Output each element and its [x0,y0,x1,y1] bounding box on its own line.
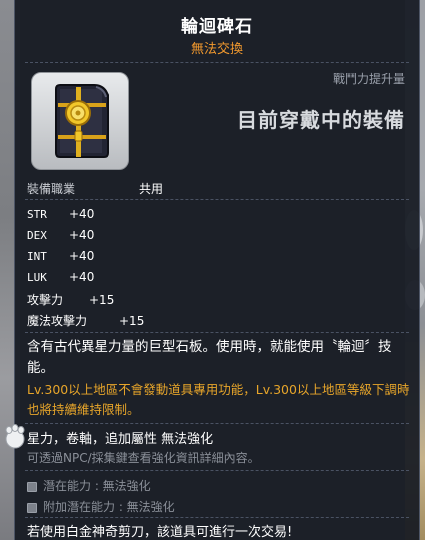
stat-value: +40 [69,228,95,242]
potential-icon [27,481,37,492]
stat-name: DEX [27,229,47,242]
stat-value: +40 [69,270,95,284]
power-increase-label: 戰鬥力提升量 [332,72,405,86]
stat-value: +40 [69,249,95,263]
additional-potential-icon [27,502,37,513]
additional-potential-label: 附加潛在能力 : 無法強化 [43,500,175,514]
potential-label: 潛在能力 : 無法強化 [43,479,151,493]
trade-status: 無法交換 [190,42,243,57]
divider [25,199,409,201]
stat-value: +40 [69,207,95,221]
stat-row-magic-attack: 魔法攻擊力 +15 [27,312,144,329]
enhance-status: 星力，卷軸，追加屬性 無法強化 [27,432,214,447]
stat-value: +15 [89,293,115,307]
item-name: 輪迴碑石 [181,17,253,37]
stat-row-dex: DEX +40 [27,228,94,242]
stat-row-str: STR +40 [27,207,94,221]
additional-potential-row: 附加潛在能力 : 無法強化 [27,498,175,515]
item-description: 含有古代異星力量的巨型石板。使用時，就能使用〝輪迴〞技能。 [27,339,392,376]
stat-row-int: INT +40 [27,249,94,263]
divider [25,470,409,472]
enhance-hint: 可透過NPC/採集鍵查看強化資訊詳細內容。 [27,451,260,465]
stat-name: STR [27,208,47,221]
stat-row-luk: LUK +40 [27,270,94,284]
rebirth-stone-tablet-icon [55,84,109,158]
item-icon-frame [31,72,129,170]
level-restriction-notice: Lv.300以上地區不會發動道具專用功能，Lv.300以上地區等級下調時也將持續… [27,382,410,417]
divider [25,332,409,334]
stat-name: LUK [27,271,47,284]
stat-row-attack: 攻擊力 +15 [27,291,114,308]
divider [25,62,409,64]
paw-cursor-icon [5,424,25,449]
job-value: 共用 [139,182,164,196]
stat-value: +15 [119,314,145,328]
currently-equipped-label: 目前穿戴中的裝備 [237,108,405,132]
stat-name: 攻擊力 [27,293,64,307]
scissors-trade-notice: 若使用白金神奇剪刀，該道具可進行一次交易! [27,525,293,540]
divider [25,423,409,425]
stat-name: 魔法攻擊力 [27,314,88,328]
job-label: 裝備職業 [27,182,76,196]
potential-row: 潛在能力 : 無法強化 [27,477,151,494]
stat-name: INT [27,250,47,263]
item-tooltip: 輪迴碑石 無法交換 戰鬥力提升量 目前穿戴中的裝備 裝備職業 共用 STR +40 [5,0,420,540]
divider [25,517,409,519]
